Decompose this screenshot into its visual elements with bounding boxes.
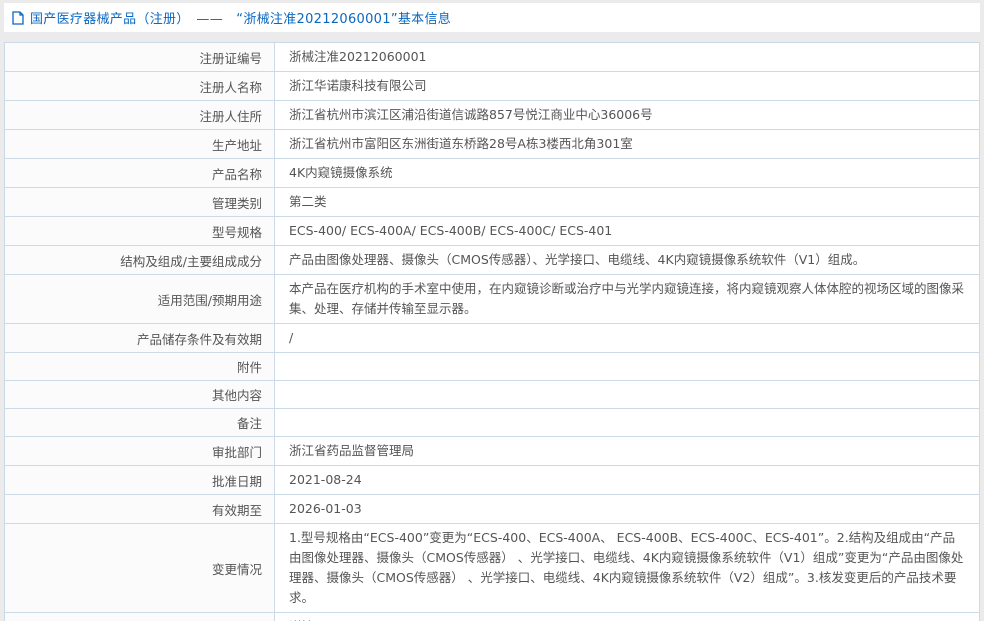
row-value: 浙械注准20212060001	[289, 49, 427, 64]
row-label-note: 注	[5, 613, 275, 621]
table-row: 备注	[5, 409, 979, 437]
row-label: 型号规格	[5, 217, 275, 245]
row-value: 浙江华诺康科技有限公司	[289, 78, 427, 93]
table-row: 其他内容	[5, 381, 979, 409]
row-label: 备注	[5, 409, 275, 436]
table-row: 生产地址 浙江省杭州市富阳区东洲街道东桥路28号A栋3楼西北角301室	[5, 130, 979, 159]
row-label: 产品储存条件及有效期	[5, 324, 275, 352]
page-title: 国产医疗器械产品（注册） —— “浙械注准20212060001”基本信息	[30, 12, 452, 27]
table-row: 注册人名称 浙江华诺康科技有限公司	[5, 72, 979, 101]
page-header: 国产医疗器械产品（注册） —— “浙械注准20212060001”基本信息	[4, 3, 980, 32]
row-value: 2026-01-03	[289, 501, 362, 516]
table-row: 产品储存条件及有效期 /	[5, 324, 979, 353]
table-row: 审批部门 浙江省药品监督管理局	[5, 437, 979, 466]
row-value	[275, 409, 979, 436]
note-label: 注	[249, 618, 262, 621]
document-icon	[12, 10, 24, 25]
row-value: 浙江省药品监督管理局	[289, 443, 415, 458]
table-row: 管理类别 第二类	[5, 188, 979, 217]
row-value: ECS-400/ ECS-400A/ ECS-400B/ ECS-400C/ E…	[289, 223, 613, 238]
row-label: 附件	[5, 353, 275, 380]
row-value	[275, 381, 979, 408]
row-label: 审批部门	[5, 437, 275, 465]
row-value: /	[289, 330, 294, 345]
row-label: 有效期至	[5, 495, 275, 523]
table-row: 注册人住所 浙江省杭州市滨江区浦沿街道信诚路857号悦江商业中心36006号	[5, 101, 979, 130]
table-row: 有效期至 2026-01-03	[5, 495, 979, 524]
row-value: 本产品在医疗机构的手术室中使用，在内窥镜诊断或治疗中与光学内窥镜连接，将内窥镜观…	[289, 281, 965, 316]
row-label: 结构及组成/主要组成成分	[5, 246, 275, 274]
row-value: 产品由图像处理器、摄像头（CMOS传感器）、光学接口、电缆线、4K内窥镜摄像系统…	[289, 252, 866, 267]
row-value: 浙江省杭州市富阳区东洲街道东桥路28号A栋3楼西北角301室	[289, 136, 633, 151]
row-value: 浙江省杭州市滨江区浦沿街道信诚路857号悦江商业中心36006号	[289, 107, 653, 122]
row-label: 管理类别	[5, 188, 275, 216]
row-value: 1.型号规格由“ECS-400”变更为“ECS-400、ECS-400A、 EC…	[289, 530, 964, 605]
table-row: 型号规格 ECS-400/ ECS-400A/ ECS-400B/ ECS-40…	[5, 217, 979, 246]
table-row: 批准日期 2021-08-24	[5, 466, 979, 495]
row-label: 注册人名称	[5, 72, 275, 100]
row-value: 第二类	[289, 194, 327, 209]
row-label: 注册证编号	[5, 43, 275, 71]
page: 国产医疗器械产品（注册） —— “浙械注准20212060001”基本信息 注册…	[0, 0, 984, 621]
row-label: 注册人住所	[5, 101, 275, 129]
table-row: 注册证编号 浙械注准20212060001	[5, 43, 979, 72]
row-value	[275, 353, 979, 380]
row-label: 批准日期	[5, 466, 275, 494]
row-value-note: 详情	[275, 613, 979, 621]
row-label: 适用范围/预期用途	[5, 275, 275, 323]
table-row-note: 注 详情	[5, 613, 979, 621]
table-row: 产品名称 4K内窥镜摄像系统	[5, 159, 979, 188]
info-table: 注册证编号 浙械注准20212060001 注册人名称 浙江华诺康科技有限公司 …	[4, 42, 980, 621]
row-label: 其他内容	[5, 381, 275, 408]
table-row: 附件	[5, 353, 979, 381]
row-label: 产品名称	[5, 159, 275, 187]
row-label: 生产地址	[5, 130, 275, 158]
row-value: 4K内窥镜摄像系统	[289, 165, 393, 180]
row-label: 变更情况	[5, 524, 275, 612]
table-row: 变更情况 1.型号规格由“ECS-400”变更为“ECS-400、ECS-400…	[5, 524, 979, 613]
table-row: 适用范围/预期用途 本产品在医疗机构的手术室中使用，在内窥镜诊断或治疗中与光学内…	[5, 275, 979, 324]
row-value: 2021-08-24	[289, 472, 362, 487]
table-row: 结构及组成/主要组成成分 产品由图像处理器、摄像头（CMOS传感器）、光学接口、…	[5, 246, 979, 275]
detail-link[interactable]: 详情	[289, 617, 314, 621]
